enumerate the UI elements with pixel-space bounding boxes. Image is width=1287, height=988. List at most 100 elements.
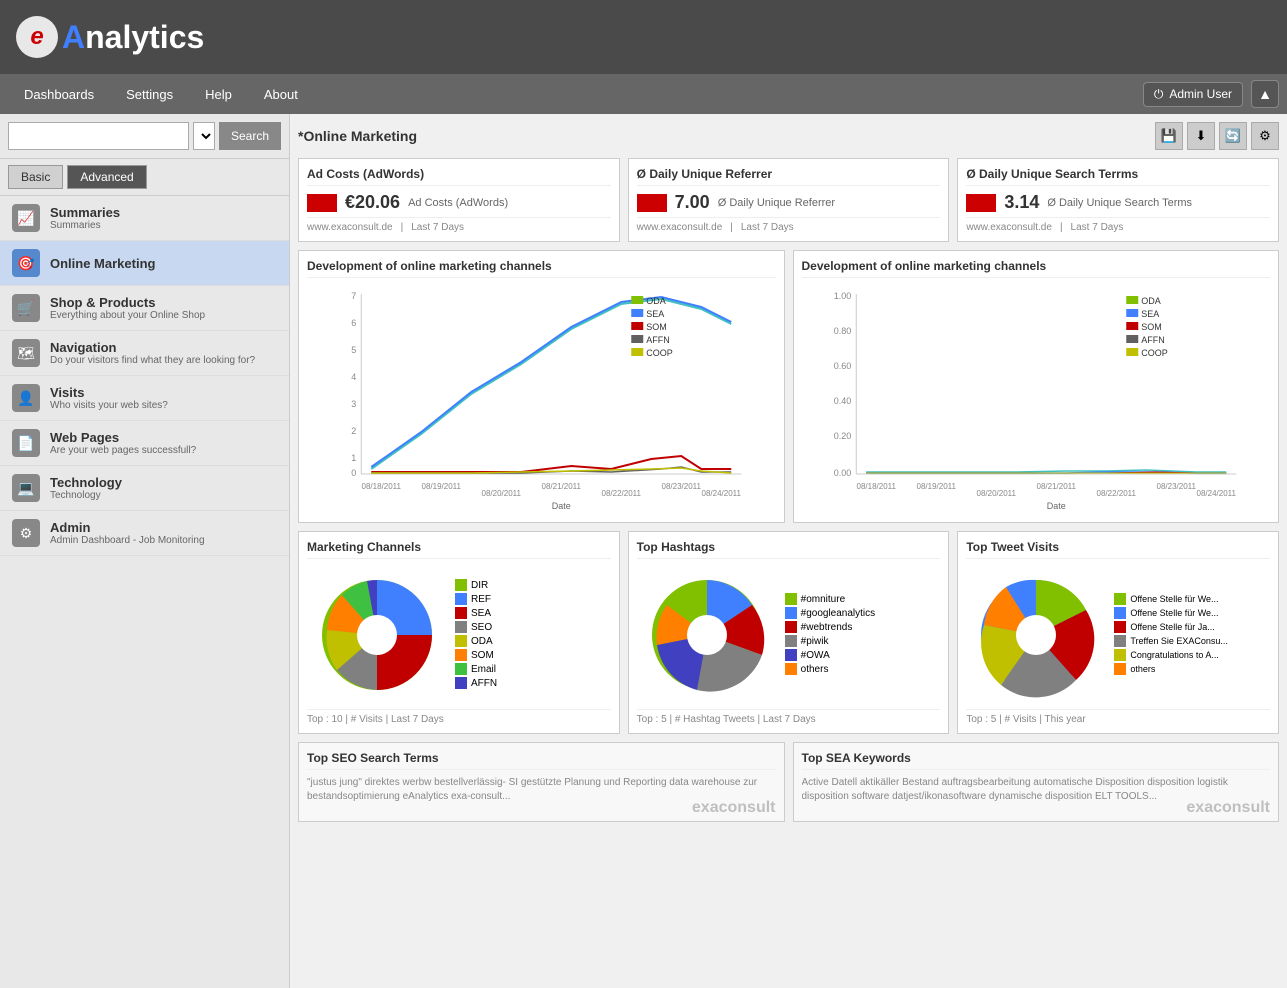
svg-text:ODA: ODA bbox=[646, 296, 666, 306]
seo-sea-row: Top SEO Search Terms "justus jung" direk… bbox=[298, 742, 1279, 822]
sidebar-item-navigation[interactable]: 🗺 Navigation Do your visitors find what … bbox=[0, 331, 289, 376]
search-input[interactable] bbox=[8, 122, 189, 150]
svg-text:ODA: ODA bbox=[1141, 296, 1161, 306]
kpi-search-terms-title: Ø Daily Unique Search Terrms bbox=[966, 167, 1270, 186]
svg-text:08/24/2011: 08/24/2011 bbox=[1196, 489, 1236, 498]
kpi-search-terms-label: Ø Daily Unique Search Terms bbox=[1047, 197, 1192, 209]
app-header: e Analytics bbox=[0, 0, 1287, 74]
pie-tweet-svg bbox=[966, 565, 1106, 705]
svg-text:08/24/2011: 08/24/2011 bbox=[702, 489, 742, 498]
pie-marketing-legend: DIR REF SEA SEO ODA SOM Email AFFN bbox=[455, 579, 497, 691]
navigation-title: Navigation bbox=[50, 340, 255, 355]
power-icon: ⏻ bbox=[1154, 87, 1164, 102]
summaries-icon: 📈 bbox=[12, 204, 40, 232]
shop-icon: 🛒 bbox=[12, 294, 40, 322]
svg-text:SEA: SEA bbox=[646, 309, 664, 319]
toolbar-save[interactable]: 💾 bbox=[1155, 122, 1183, 150]
pie-marketing: Marketing Channels bbox=[298, 531, 620, 734]
kpi-search-terms: Ø Daily Unique Search Terrms 3.14 Ø Dail… bbox=[957, 158, 1279, 242]
svg-text:AFFN: AFFN bbox=[1141, 335, 1165, 345]
user-area: ⏻ Admin User ▲ bbox=[1143, 80, 1279, 108]
svg-text:08/19/2011: 08/19/2011 bbox=[422, 482, 462, 491]
nav-help[interactable]: Help bbox=[189, 74, 248, 114]
kpi-search-terms-bar bbox=[966, 194, 996, 212]
kpi-adwords-value: €20.06 bbox=[345, 192, 400, 213]
svg-text:SOM: SOM bbox=[646, 322, 667, 332]
line-chart-2-svg: 1.00 0.80 0.60 0.40 0.20 0.00 08/18/2 bbox=[802, 284, 1271, 514]
toolbar-refresh[interactable]: 🔄 bbox=[1219, 122, 1247, 150]
svg-text:SOM: SOM bbox=[1141, 322, 1162, 332]
power-button[interactable]: ⏻ Admin User bbox=[1143, 82, 1243, 107]
kpi-adwords-footer: www.exaconsult.de | Last 7 Days bbox=[307, 217, 611, 233]
sidebar-item-visits[interactable]: 👤 Visits Who visits your web sites? bbox=[0, 376, 289, 421]
kpi-referrer: Ø Daily Unique Referrer 7.00 Ø Daily Uni… bbox=[628, 158, 950, 242]
svg-text:1: 1 bbox=[351, 453, 356, 463]
svg-text:08/23/2011: 08/23/2011 bbox=[662, 482, 702, 491]
line-chart-2-title: Development of online marketing channels bbox=[802, 259, 1271, 278]
kpi-referrer-value: 7.00 bbox=[675, 192, 710, 213]
tab-advanced[interactable]: Advanced bbox=[67, 165, 146, 189]
svg-text:AFFN: AFFN bbox=[646, 335, 670, 345]
svg-text:08/22/2011: 08/22/2011 bbox=[602, 489, 642, 498]
admin-icon: ⚙ bbox=[12, 519, 40, 547]
tab-basic[interactable]: Basic bbox=[8, 165, 63, 189]
admin-title: Admin bbox=[50, 520, 205, 535]
content-area: *Online Marketing 💾 ⬇ 🔄 ⚙ Ad Costs (AdWo… bbox=[290, 114, 1287, 988]
pie-hashtags: Top Hashtags #omniture #google bbox=[628, 531, 950, 734]
nav-settings[interactable]: Settings bbox=[110, 74, 189, 114]
svg-text:1.00: 1.00 bbox=[833, 291, 851, 301]
web-pages-subtitle: Are your web pages successfull? bbox=[50, 445, 196, 456]
sidebar: ▾ Search Basic Advanced 📈 Summaries Summ… bbox=[0, 114, 290, 988]
svg-text:COOP: COOP bbox=[646, 348, 673, 358]
toolbar-settings[interactable]: ⚙ bbox=[1251, 122, 1279, 150]
svg-text:08/19/2011: 08/19/2011 bbox=[916, 482, 956, 491]
tab-bar: Basic Advanced bbox=[0, 159, 289, 196]
sidebar-menu: 📈 Summaries Summaries 🎯 Online Marketing… bbox=[0, 196, 289, 988]
pie-tweet: Top Tweet Visits Offene Stelle für We... bbox=[957, 531, 1279, 734]
logo-text: Analytics bbox=[62, 19, 204, 56]
nav-dashboards[interactable]: Dashboards bbox=[8, 74, 110, 114]
sidebar-item-web-pages[interactable]: 📄 Web Pages Are your web pages successfu… bbox=[0, 421, 289, 466]
visits-title: Visits bbox=[50, 385, 168, 400]
technology-subtitle: Technology bbox=[50, 490, 122, 501]
sidebar-item-technology[interactable]: 💻 Technology Technology bbox=[0, 466, 289, 511]
svg-text:08/22/2011: 08/22/2011 bbox=[1096, 489, 1136, 498]
pie-hashtags-legend: #omniture #googleanalytics #webtrends #p… bbox=[785, 593, 876, 677]
svg-text:08/21/2011: 08/21/2011 bbox=[542, 482, 582, 491]
pie-charts-row: Marketing Channels bbox=[298, 531, 1279, 734]
web-pages-title: Web Pages bbox=[50, 430, 196, 445]
sidebar-item-admin[interactable]: ⚙ Admin Admin Dashboard - Job Monitoring bbox=[0, 511, 289, 556]
svg-text:4: 4 bbox=[351, 372, 356, 382]
svg-text:0.60: 0.60 bbox=[833, 361, 851, 371]
sidebar-item-shop-products[interactable]: 🛒 Shop & Products Everything about your … bbox=[0, 286, 289, 331]
svg-text:Date: Date bbox=[552, 501, 571, 511]
sidebar-item-summaries[interactable]: 📈 Summaries Summaries bbox=[0, 196, 289, 241]
line-charts-row: Development of online marketing channels… bbox=[298, 250, 1279, 523]
search-select[interactable]: ▾ bbox=[193, 122, 215, 150]
pie-hashtags-title: Top Hashtags bbox=[637, 540, 941, 559]
nav-about[interactable]: About bbox=[248, 74, 314, 114]
kpi-adwords: Ad Costs (AdWords) €20.06 Ad Costs (AdWo… bbox=[298, 158, 620, 242]
svg-text:0.20: 0.20 bbox=[833, 431, 851, 441]
pie-hashtags-svg bbox=[637, 565, 777, 705]
svg-text:08/18/2011: 08/18/2011 bbox=[856, 482, 896, 491]
svg-text:6: 6 bbox=[351, 318, 356, 328]
search-button[interactable]: Search bbox=[219, 122, 281, 150]
kpi-referrer-footer: www.exaconsult.de | Last 7 Days bbox=[637, 217, 941, 233]
pie-tweet-title: Top Tweet Visits bbox=[966, 540, 1270, 559]
pie-tweet-footer: Top : 5 | # Visits | This year bbox=[966, 709, 1270, 725]
svg-text:7: 7 bbox=[351, 291, 356, 301]
line-chart-2: Development of online marketing channels… bbox=[793, 250, 1280, 523]
kpi-adwords-title: Ad Costs (AdWords) bbox=[307, 167, 611, 186]
toolbar: 💾 ⬇ 🔄 ⚙ bbox=[1155, 122, 1279, 150]
online-marketing-icon: 🎯 bbox=[12, 249, 40, 277]
kpi-search-terms-value: 3.14 bbox=[1004, 192, 1039, 213]
seo-title: Top SEO Search Terms bbox=[307, 751, 776, 770]
svg-text:5: 5 bbox=[351, 345, 356, 355]
collapse-button[interactable]: ▲ bbox=[1251, 80, 1279, 108]
visits-subtitle: Who visits your web sites? bbox=[50, 400, 168, 411]
svg-text:SEA: SEA bbox=[1141, 309, 1159, 319]
sidebar-item-online-marketing[interactable]: 🎯 Online Marketing bbox=[0, 241, 289, 286]
toolbar-download[interactable]: ⬇ bbox=[1187, 122, 1215, 150]
svg-text:08/18/2011: 08/18/2011 bbox=[362, 482, 402, 491]
